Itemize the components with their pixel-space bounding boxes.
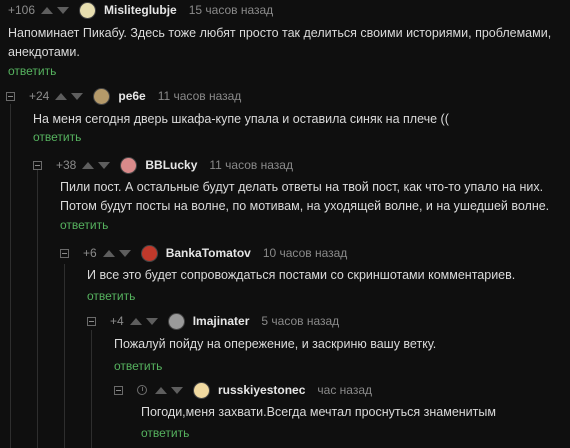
comment-rating: +6 [83,246,97,260]
downvote-icon[interactable] [71,92,84,100]
reply-link[interactable]: ответить [114,359,162,373]
downvote-icon[interactable] [145,317,158,325]
comment-author[interactable]: BBLucky [145,158,197,172]
comment-text-line: Пили пост. А остальные будут делать отве… [60,180,544,194]
comment-header: +6 BankaTomatov 10 часов назад [60,243,347,263]
upvote-icon[interactable] [102,249,115,257]
upvote-icon[interactable] [41,6,54,14]
clock-icon [137,385,147,395]
downvote-icon[interactable] [171,386,183,394]
comment-time: 10 часов назад [262,246,348,260]
reply-link[interactable]: ответить [33,130,81,144]
comment-time: час назад [317,383,372,397]
reply-link[interactable]: ответить [8,64,56,78]
comment-rating: +38 [56,158,77,172]
downvote-icon[interactable] [98,161,111,169]
comment-text-line: И все это будет сопровождаться постами с… [87,268,516,282]
comment-author[interactable]: Misliteglubje [104,3,177,17]
comment-author[interactable]: russkiyestonec [218,383,305,397]
reply-link[interactable]: ответить [60,218,108,232]
comment-author[interactable]: Imajinater [193,314,250,328]
comment-text: На меня сегодня дверь шкафа-купе упала и… [33,110,449,129]
reply-link[interactable]: ответить [141,426,189,440]
avatar[interactable] [140,244,158,262]
upvote-icon[interactable] [55,92,68,100]
comment-rating: +4 [110,314,124,328]
collapse-toggle-icon[interactable] [6,91,15,101]
comment-text-line: Напоминает Пикабу. Здесь тоже любят прос… [8,26,552,40]
collapse-toggle-icon[interactable] [114,385,123,395]
thread-line [10,104,11,448]
upvote-icon[interactable] [82,161,95,169]
comment-text-line: анекдотами. [8,45,80,59]
comment-text: Пожалуй пойду на опережение, и заскриню … [114,335,436,354]
comment-text: Погоди,меня захвати.Всегда мечтал просну… [141,403,496,422]
comment-text-line: На меня сегодня дверь шкафа-купе упала и… [33,112,449,126]
comment-time: 15 часов назад [188,3,274,17]
comment-time: 11 часов назад [157,89,242,103]
comment-text-line: Потом будут посты на волне, по мотивам, … [60,199,550,213]
thread-line [64,264,65,448]
comment-time: 11 часов назад [209,158,293,172]
reply-link[interactable]: ответить [87,289,135,303]
collapse-toggle-icon[interactable] [60,248,69,258]
comment-rating: +106 [8,3,36,17]
comment-rating: +24 [29,89,50,103]
collapse-toggle-icon[interactable] [87,316,96,326]
avatar[interactable] [93,87,111,105]
comment-author[interactable]: BankaTomatov [166,246,251,260]
avatar[interactable] [120,156,138,174]
upvote-icon[interactable] [129,317,142,325]
comment-header: +24 pe6e 11 часов назад [6,86,241,106]
thread-line [37,170,38,448]
comment-text: Напоминает Пикабу. Здесь тоже любят прос… [8,24,551,62]
thread-line [91,330,92,448]
comment-author[interactable]: pe6e [118,89,145,103]
comment-header: russkiyestonec час назад [114,380,372,400]
comment-text-line: Погоди,меня захвати.Всегда мечтал просну… [141,405,496,419]
avatar[interactable] [167,312,185,330]
comment-text: И все это будет сопровождаться постами с… [87,266,515,285]
comment-text: Пили пост. А остальные будут делать отве… [60,178,549,216]
avatar[interactable] [79,1,97,19]
downvote-icon[interactable] [57,6,70,14]
collapse-toggle-icon[interactable] [33,160,42,170]
comment-header: +106 Misliteglubje 15 часов назад [8,0,273,20]
downvote-icon[interactable] [118,249,131,257]
comment-text-line: Пожалуй пойду на опережение, и заскриню … [114,337,437,351]
avatar[interactable] [193,381,210,399]
comment-time: 5 часов назад [261,314,340,328]
comment-header: +4 Imajinater 5 часов назад [87,311,339,331]
comment-header: +38 BBLucky 11 часов назад [33,155,293,175]
upvote-icon[interactable] [155,386,167,394]
